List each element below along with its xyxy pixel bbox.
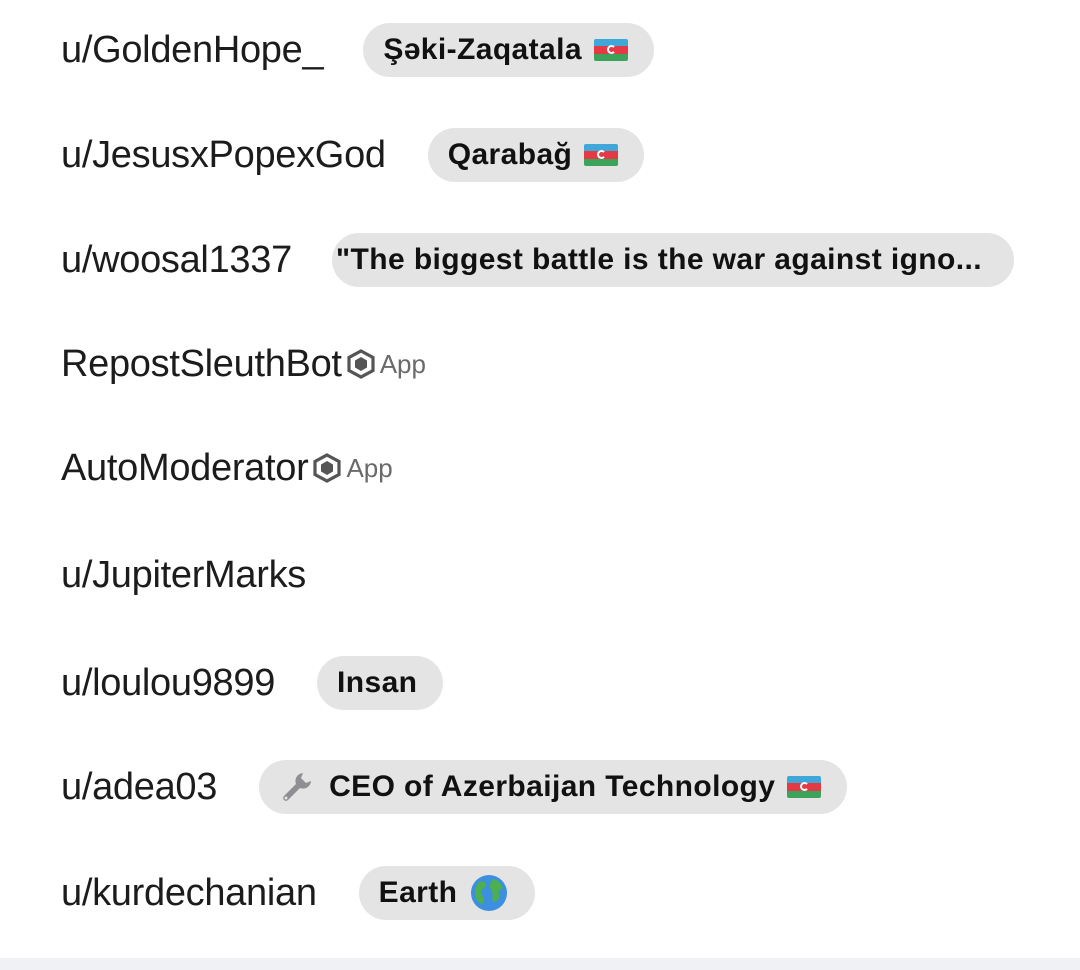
user-row[interactable]: AutoModerator App [61, 438, 393, 498]
wrench-icon [283, 773, 312, 801]
username[interactable]: RepostSleuthBot [61, 343, 342, 386]
username[interactable]: u/JesusxPopexGod [61, 134, 386, 177]
user-flair: Qarabağ [427, 128, 645, 182]
bottom-bar [0, 958, 1080, 970]
user-flair: Şəki-Zaqatala [363, 23, 654, 77]
flair-text: Insan [337, 666, 418, 699]
username[interactable]: u/kurdechanian [61, 872, 317, 915]
app-hexagon-icon [313, 453, 342, 483]
username[interactable]: u/adea03 [61, 766, 217, 809]
flair-text: Qarabağ [447, 138, 573, 171]
azerbaijan-flag-icon [593, 39, 628, 61]
globe-icon [471, 875, 508, 911]
app-badge: App [312, 452, 393, 484]
flair-text: "The biggest battle is the war against i… [335, 243, 982, 276]
azerbaijan-flag-icon [787, 776, 822, 798]
user-row[interactable]: u/loulou9899 Insan [61, 653, 444, 713]
app-label: App [346, 452, 393, 483]
user-flair: Earth [358, 866, 536, 920]
azerbaijan-flag-icon [584, 144, 619, 166]
user-row[interactable]: u/GoldenHope_ Şəki-Zaqatala [61, 20, 654, 80]
user-flair: Insan [317, 656, 444, 710]
app-label: App [379, 348, 426, 379]
user-list: u/GoldenHope_ Şəki-Zaqatala u/JesusxPope… [0, 0, 1080, 958]
username[interactable]: u/JupiterMarks [61, 554, 306, 597]
user-row[interactable]: RepostSleuthBot App [61, 334, 426, 394]
user-row[interactable]: u/adea03 CEO of Azerbaijan Technology [61, 757, 848, 817]
user-row[interactable]: u/woosal1337 "The biggest battle is the … [61, 230, 1014, 290]
user-row[interactable]: u/JesusxPopexGod Qarabağ [61, 125, 645, 185]
app-hexagon-icon [347, 349, 375, 379]
username[interactable]: u/loulou9899 [61, 662, 275, 705]
user-row[interactable]: u/kurdechanian Earth [61, 863, 536, 923]
username[interactable]: AutoModerator [61, 447, 309, 490]
user-row[interactable]: u/JupiterMarks [61, 545, 306, 605]
user-flair: "The biggest battle is the war against i… [331, 233, 1014, 287]
username[interactable]: u/woosal1337 [61, 239, 292, 282]
flair-text: CEO of Azerbaijan Technology [329, 770, 776, 803]
app-badge: App [346, 349, 426, 380]
flair-text: Şəki-Zaqatala [383, 33, 582, 66]
user-flair: CEO of Azerbaijan Technology [259, 760, 848, 814]
username[interactable]: u/GoldenHope_ [61, 29, 324, 72]
flair-text: Earth [378, 876, 458, 909]
